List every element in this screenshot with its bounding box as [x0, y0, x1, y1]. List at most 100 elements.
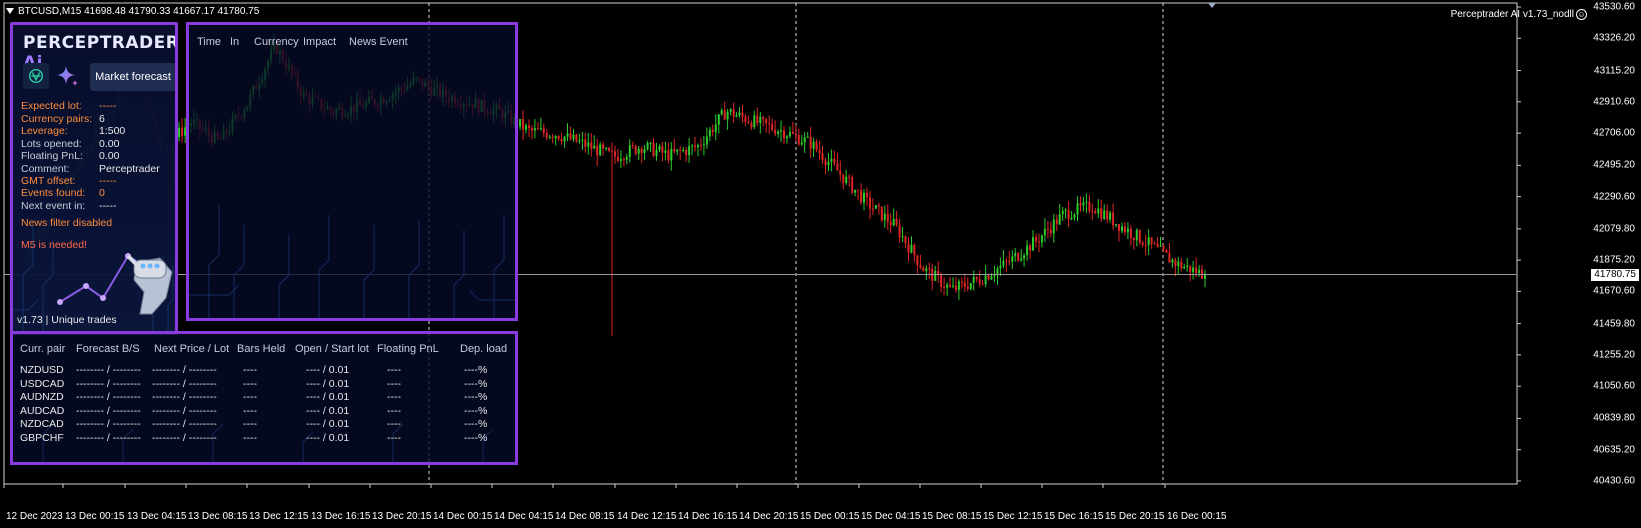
candle-body [963, 282, 966, 287]
candle-body [842, 174, 845, 183]
time-axis-label: 12 Dec 2023 [6, 511, 63, 522]
candle-body [830, 158, 833, 162]
time-axis-label: 14 Dec 16:15 [678, 511, 738, 522]
candle-body [999, 265, 1002, 269]
candle-body [886, 213, 889, 222]
trade-cell: -------- / -------- [76, 431, 141, 444]
candle-body [803, 137, 806, 143]
price-axis-label: 43326.20 [1593, 32, 1635, 44]
time-axis-label: 13 Dec 12:15 [249, 511, 309, 522]
candle-body [1135, 229, 1138, 241]
currency-pair-cell: AUDCAD [20, 404, 65, 417]
candle-body [845, 176, 848, 183]
candle-body [732, 109, 735, 117]
version-label: v1.73 | Unique trades [17, 314, 117, 326]
chart-symbol-header: BTCUSD,M15 41698.48 41790.33 41667.17 41… [6, 6, 259, 17]
time-axis-label: 16 Dec 00:15 [1167, 511, 1227, 522]
candle-body [857, 189, 860, 191]
stat-key: Next event in: [21, 200, 86, 212]
candle-body [578, 140, 581, 142]
time-axis-label: 13 Dec 04:15 [127, 511, 187, 522]
market-forecast-button[interactable]: Market forecast [90, 63, 175, 91]
candle-body [1174, 259, 1177, 267]
trade-cell: ---- [387, 404, 401, 417]
candle-body [800, 142, 803, 145]
candle-body [1085, 201, 1088, 203]
candle-body [821, 153, 824, 161]
candle-body [717, 114, 720, 125]
time-axis-label: 15 Dec 00:15 [800, 511, 860, 522]
candle-body [667, 150, 670, 161]
candle-body [700, 145, 702, 147]
openai-icon[interactable] [23, 63, 49, 89]
expert-advisor-label[interactable]: Perceptrader AI v1.73_nodll ☺ [1451, 9, 1587, 20]
candle-body [1147, 237, 1150, 246]
candle-body [1168, 252, 1171, 263]
candle-body [1165, 250, 1168, 253]
sparkle-icon[interactable] [55, 63, 81, 89]
trade-cell: -------- / -------- [76, 391, 141, 403]
candle-body [860, 190, 863, 203]
candle-body [1005, 260, 1008, 262]
candle-body [714, 124, 717, 133]
trade-cell: ---- / 0.01 [306, 377, 350, 390]
candle-body [557, 136, 560, 139]
stat-key: Events found: [21, 187, 86, 199]
candle-body [762, 117, 765, 119]
trade-cell: ---- [387, 431, 401, 444]
candle-body [664, 150, 667, 153]
candle-body [1189, 265, 1192, 273]
candle-body [892, 218, 895, 226]
candle-body [569, 133, 572, 140]
stat-key: Comment: [21, 163, 70, 175]
candle-body [525, 125, 527, 130]
news-column-header: News Event [349, 36, 408, 48]
candle-body [1192, 267, 1195, 273]
candle-body [522, 119, 525, 130]
candle-body [1011, 256, 1014, 262]
candle-body [670, 149, 673, 161]
candle-body [560, 139, 563, 142]
price-axis-label: 43115.20 [1594, 65, 1635, 77]
trades-panel: Curr. pair Forecast B/S Next Price / Lot Ba… [10, 331, 518, 465]
candle-body [685, 150, 688, 155]
candle-body [1008, 261, 1011, 263]
price-axis-label: 41670.60 [1593, 285, 1635, 297]
trade-cell: ---- [243, 364, 257, 376]
candle-body [616, 156, 619, 161]
symbol-menu-triangle-icon[interactable] [6, 8, 14, 15]
candle-body [584, 139, 587, 147]
stat-row: Leverage: 1:500 [21, 125, 125, 137]
stat-row: Currency pairs: 6 [21, 113, 105, 125]
candle-body [702, 144, 705, 146]
time-axis-label: 15 Dec 16:15 [1044, 511, 1104, 522]
trade-cell: ---- [387, 377, 401, 390]
candle-body [1038, 241, 1040, 243]
candle-body [910, 244, 913, 253]
candle-body [925, 268, 928, 272]
candle-body [1055, 219, 1058, 225]
candle-body [661, 146, 664, 153]
candle-body [1067, 209, 1070, 219]
price-axis-label: 41050.60 [1593, 380, 1635, 392]
stat-row: Next event in: ----- [21, 200, 116, 212]
candle-body [1109, 212, 1112, 220]
candle-body [1156, 243, 1159, 247]
candle-body [854, 189, 857, 193]
candle-body [824, 160, 827, 166]
trade-cell: ----% [464, 364, 488, 376]
time-axis-label: 13 Dec 20:15 [372, 511, 432, 522]
candle-body [744, 116, 747, 123]
candle-body [768, 123, 771, 125]
candle-body [545, 133, 548, 138]
candle-body [866, 193, 868, 198]
candle-body [614, 151, 616, 157]
price-axis-label: 42290.60 [1593, 191, 1635, 203]
candle-body [916, 255, 919, 265]
candle-body [622, 159, 625, 161]
candle-body [1094, 211, 1097, 214]
candle-body [901, 236, 904, 238]
candle-body [1079, 203, 1082, 206]
candle-body [602, 144, 605, 149]
symbol-quote-text: BTCUSD,M15 41698.48 41790.33 41667.17 41… [18, 6, 260, 17]
